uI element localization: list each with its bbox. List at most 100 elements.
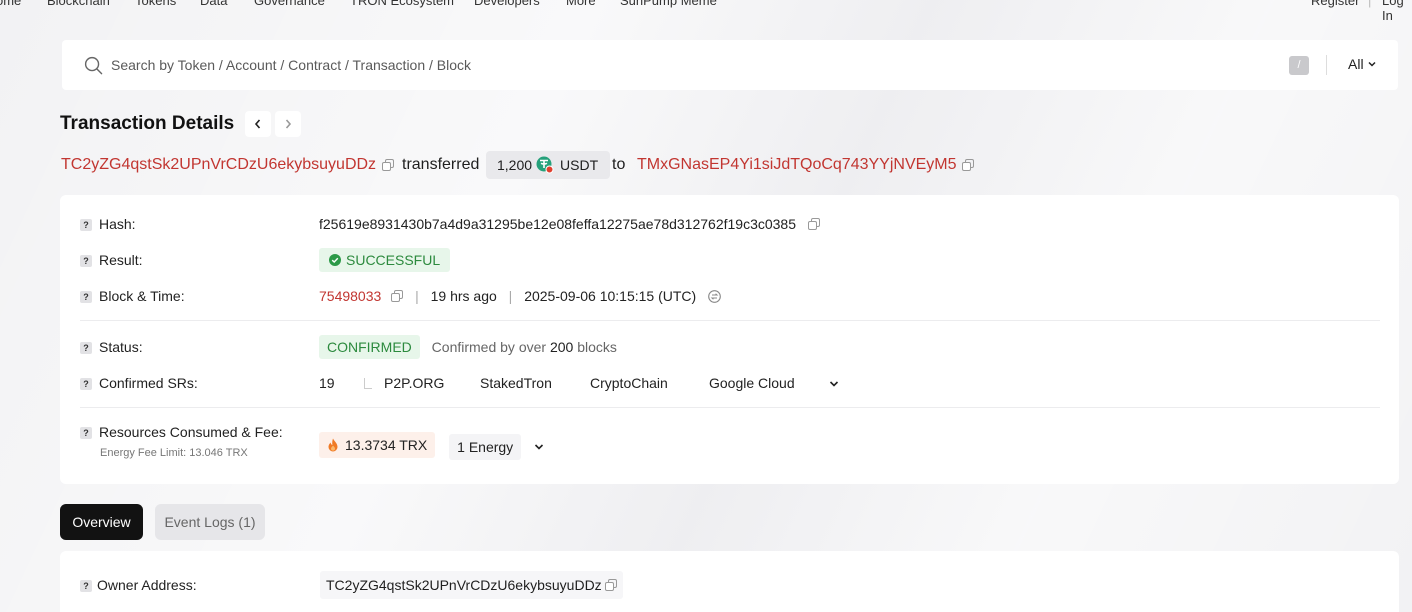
nav-tokens[interactable]: Tokens — [135, 0, 176, 8]
hash-value: f25619e8931430b7a4d9a31295be12e08feffa12… — [319, 216, 797, 232]
help-icon[interactable]: ? — [80, 427, 92, 439]
owner-address-value: TC2yZG4qstSk2UPnVrCDzU6ekybsuyuDDz — [320, 571, 623, 599]
result-text: SUCCESSFUL — [346, 252, 441, 268]
transaction-details-card: ? Hash: f25619e8931430b7a4d9a31295be12e08… — [60, 195, 1399, 484]
srs-row-label: ? Confirmed SRs: — [80, 375, 198, 391]
search-shortcut-key: / — [1289, 56, 1309, 75]
copy-icon[interactable] — [604, 579, 617, 591]
energy-fee-limit: Energy Fee Limit: 13.046 TRX — [100, 447, 248, 459]
energy-badge: 1 Energy — [449, 434, 522, 460]
register-link[interactable]: Register — [1311, 0, 1359, 8]
sr-item[interactable]: P2P.ORG — [384, 375, 444, 391]
page-title: Transaction Details — [60, 113, 235, 134]
nav-developers[interactable]: Developers — [474, 0, 540, 8]
top-nav: ome Blockchain Tokens Data Governance TR… — [0, 0, 1412, 23]
token-symbol: USDT — [560, 157, 599, 173]
block-number-link[interactable]: 75498033 — [319, 288, 381, 304]
fee-amount: 13.3734 TRX — [345, 437, 428, 453]
check-circle-icon — [329, 254, 341, 266]
copy-icon[interactable] — [382, 159, 394, 171]
resources-label: Resources Consumed & Fee: — [99, 424, 283, 440]
confirmed-suffix: blocks — [577, 339, 617, 355]
owner-address-label: Owner Address: — [97, 577, 197, 593]
result-label: Result: — [99, 252, 143, 268]
to-text: to — [612, 156, 626, 173]
sr-item[interactable]: CryptoChain — [590, 375, 668, 391]
search-icon — [84, 56, 103, 75]
next-transaction-button[interactable] — [275, 111, 301, 137]
block-row-label: ? Block & Time: — [80, 288, 185, 304]
timezone-switch-icon[interactable] — [708, 290, 721, 303]
search-input[interactable] — [111, 54, 1211, 76]
nav-more[interactable]: More — [566, 0, 596, 8]
to-address-link[interactable]: TMxGNasEP4Yi1siJdTQoCq743YYjNVEyM5 — [637, 151, 957, 179]
help-icon[interactable]: ? — [80, 219, 92, 231]
separator: | — [508, 288, 513, 304]
nav-blockchain[interactable]: Blockchain — [47, 0, 110, 8]
chevron-down-icon[interactable] — [533, 441, 545, 453]
nav-tron-ecosystem[interactable]: TRON Ecosystem — [350, 0, 454, 8]
help-icon[interactable]: ? — [80, 342, 92, 354]
hash-label: Hash: — [99, 216, 136, 232]
amount-value: 1,200 — [497, 157, 533, 173]
separator: | — [415, 288, 419, 304]
nav-data[interactable]: Data — [200, 0, 227, 8]
chevron-down-icon[interactable] — [828, 378, 840, 390]
help-icon[interactable]: ? — [80, 291, 92, 303]
transferred-text: transferred — [402, 156, 480, 173]
copy-icon[interactable] — [391, 290, 404, 302]
status-badge: SUCCESSFUL — [319, 248, 451, 272]
search-filter-dropdown[interactable]: All — [1348, 56, 1377, 72]
chevron-right-icon — [285, 119, 292, 129]
nav-sunpump-meme[interactable]: SunPump Meme — [620, 0, 717, 8]
search-divider — [1326, 55, 1327, 75]
hash-row-label: ? Hash: — [80, 216, 136, 232]
srs-count: 19 — [319, 375, 335, 391]
block-time-label: Block & Time: — [99, 288, 185, 304]
help-icon[interactable]: ? — [80, 580, 92, 592]
divider — [80, 320, 1380, 321]
fee-badge: 13.3734 TRX — [319, 432, 436, 458]
chevron-down-icon — [1368, 61, 1376, 67]
flame-icon — [328, 438, 338, 452]
confirmed-prefix: Confirmed by over — [431, 339, 547, 355]
hash-value-group: f25619e8931430b7a4d9a31295be12e08feffa12… — [319, 216, 820, 232]
search-bar: / All — [62, 40, 1398, 90]
overview-card: ? Owner Address: TC2yZG4qstSk2UPnVrCDzU6e… — [60, 551, 1399, 612]
confirmed-badge: CONFIRMED — [319, 335, 420, 359]
amount-badge: 1,200 USDT — [486, 151, 611, 179]
confirmed-srs-label: Confirmed SRs: — [99, 375, 198, 391]
owner-address-link[interactable]: TC2yZG4qstSk2UPnVrCDzU6ekybsuyuDDz — [326, 577, 602, 593]
search-filter-label: All — [1348, 56, 1364, 72]
chevron-left-icon — [254, 119, 261, 129]
divider — [80, 407, 1380, 408]
previous-transaction-button[interactable] — [245, 111, 271, 137]
nav-separator: | — [1368, 0, 1372, 8]
tab-overview[interactable]: Overview — [60, 504, 143, 540]
from-address-link[interactable]: TC2yZG4qstSk2UPnVrCDzU6ekybsuyuDDz — [61, 151, 376, 179]
help-icon[interactable]: ? — [80, 255, 92, 267]
confirmed-count: 200 — [549, 339, 574, 355]
status-label: Status: — [99, 339, 143, 355]
login-link[interactable]: Log In — [1382, 0, 1412, 23]
status-value: CONFIRMED Confirmed by over 200 blocks — [319, 335, 617, 359]
transfer-summary: TC2yZG4qstSk2UPnVrCDzU6ekybsuyuDDz trans… — [61, 151, 1061, 179]
help-icon[interactable]: ? — [80, 378, 92, 390]
status-row-label: ? Status: — [80, 339, 143, 355]
resources-value: 13.3734 TRX 1 Energy — [319, 432, 545, 460]
nav-governance[interactable]: Governance — [254, 0, 325, 8]
usdt-token-icon — [536, 156, 554, 174]
nav-home[interactable]: ome — [0, 0, 21, 8]
tab-event-logs[interactable]: Event Logs (1) — [155, 504, 265, 540]
copy-icon[interactable] — [962, 159, 974, 171]
block-time-value: 75498033 | 19 hrs ago | 2025-09-06 10:15… — [319, 288, 721, 304]
owner-row-label: ? Owner Address: — [80, 577, 197, 593]
resources-row-label: ? Resources Consumed & Fee: — [80, 424, 283, 440]
copy-icon[interactable] — [807, 218, 820, 230]
tree-branch-icon — [364, 378, 372, 389]
sr-item[interactable]: StakedTron — [480, 375, 552, 391]
block-datetime: 2025-09-06 10:15:15 (UTC) — [524, 288, 697, 304]
sr-item[interactable]: Google Cloud — [709, 375, 795, 391]
result-row-label: ? Result: — [80, 252, 143, 268]
result-value: SUCCESSFUL — [319, 248, 451, 272]
